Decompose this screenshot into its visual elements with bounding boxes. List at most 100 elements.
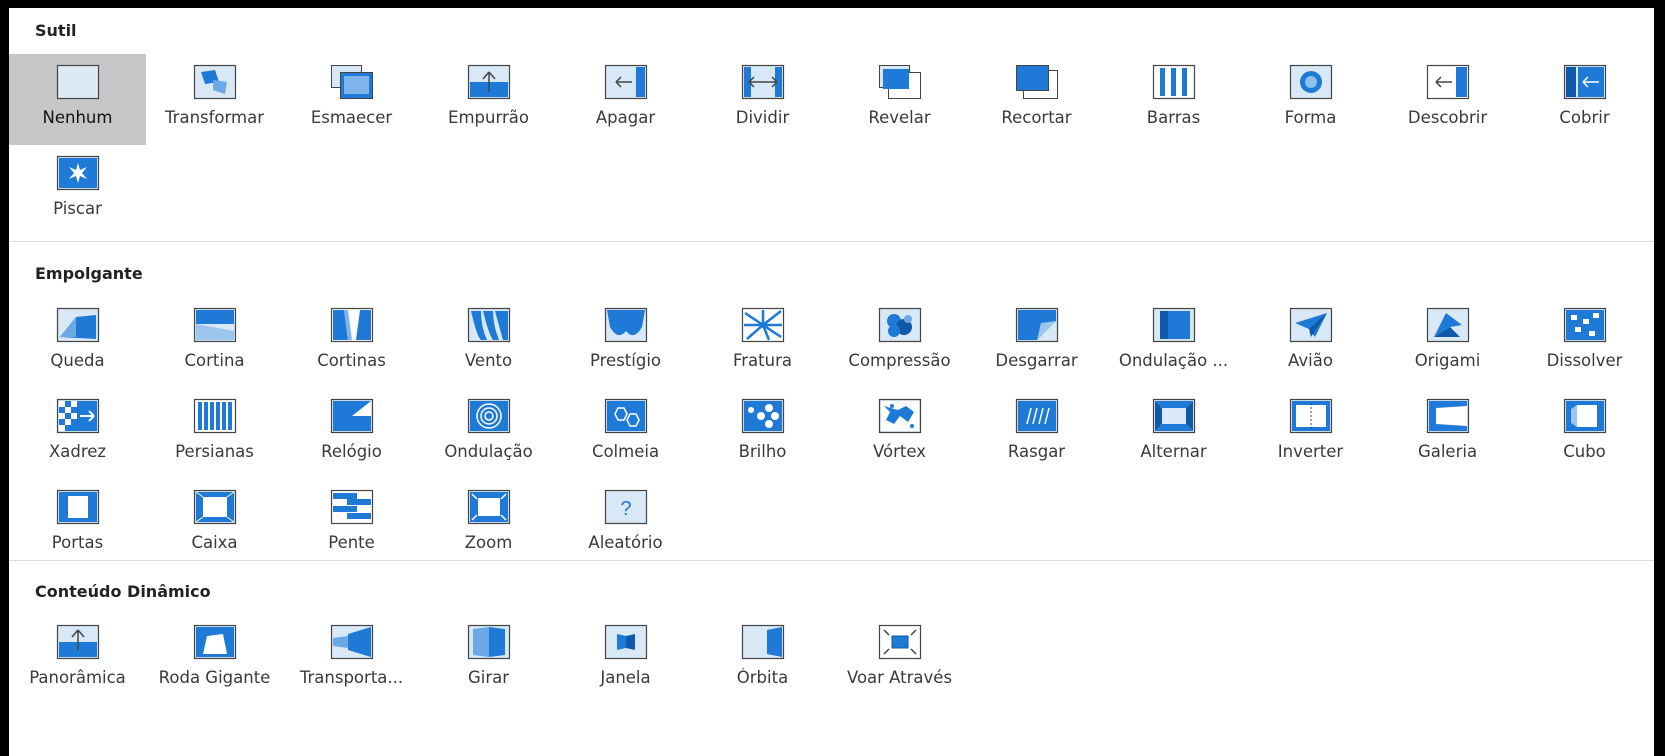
transition-revelar[interactable]: Revelar (831, 54, 968, 145)
transition-descobrir[interactable]: Descobrir (1379, 54, 1516, 145)
transition-label: Ondulação (444, 442, 533, 461)
transition-girar[interactable]: Girar (420, 614, 557, 705)
transition-transporta[interactable]: Transporta... (283, 614, 420, 705)
airplane-icon (1289, 307, 1332, 343)
transition-dissolver[interactable]: Dissolver (1516, 297, 1653, 388)
clock-icon (330, 398, 373, 434)
transition-barras[interactable]: Barras (1105, 54, 1242, 145)
transition-caixa[interactable]: Caixa (146, 479, 283, 570)
transition-label: Dividir (735, 108, 790, 127)
transition-label: Descobrir (1407, 108, 1488, 127)
transition-roda-gigante[interactable]: Roda Gigante (146, 614, 283, 705)
transition-label: Fratura (732, 351, 792, 370)
section-divider (9, 241, 1654, 242)
transition-label: Forma (1284, 108, 1337, 127)
transition-piscar[interactable]: Piscar (9, 145, 146, 236)
transition-brilho[interactable]: Brilho (694, 388, 831, 479)
section-title: Sutil (35, 21, 77, 40)
transition-relogio[interactable]: Relógio (283, 388, 420, 479)
transition-label: Zoom (464, 533, 513, 552)
transition-esmaecer[interactable]: Esmaecer (283, 54, 420, 145)
transition-label: Relógio (321, 442, 382, 461)
transition-vento[interactable]: Vento (420, 297, 557, 388)
transition-label: Vento (464, 351, 513, 370)
transition-label: Dissolver (1546, 351, 1623, 370)
split-icon (741, 64, 784, 100)
transition-cortinas[interactable]: Cortinas (283, 297, 420, 388)
transition-galeria[interactable]: Galeria (1379, 388, 1516, 479)
fracture-icon (741, 307, 784, 343)
drape-icon (193, 307, 236, 343)
transition-xadrez[interactable]: Xadrez (9, 388, 146, 479)
flash-icon (56, 155, 99, 191)
transition-vortex[interactable]: Vórtex (831, 388, 968, 479)
transition-label: Inverter (1277, 442, 1344, 461)
push-icon (467, 64, 510, 100)
transition-label: Apagar (595, 108, 656, 127)
transition-label: Cubo (1563, 442, 1606, 461)
transition-label: Nenhum (42, 108, 113, 127)
transition-forma[interactable]: Forma (1242, 54, 1379, 145)
wipe-icon (604, 64, 647, 100)
transition-ondulacao[interactable]: Ondulação ... (1105, 297, 1242, 388)
transition-label: Caixa (191, 533, 238, 552)
transition-label: Panorâmica (29, 668, 126, 687)
transition-ondulacao[interactable]: Ondulação (420, 388, 557, 479)
cut-icon (1015, 65, 1058, 99)
transition-label: Órbita (736, 668, 789, 687)
transition-queda[interactable]: Queda (9, 297, 146, 388)
svg-text:?: ? (620, 498, 631, 520)
transition-label: Galeria (1417, 442, 1478, 461)
transition-label: Roda Gigante (158, 668, 271, 687)
shape-icon (1289, 64, 1332, 100)
transition-dividir[interactable]: Dividir (694, 54, 831, 145)
transition-compressao[interactable]: Compressão (831, 297, 968, 388)
transition-cubo[interactable]: Cubo (1516, 388, 1653, 479)
transition-empurrao[interactable]: Empurrão (420, 54, 557, 145)
transition-apagar[interactable]: Apagar (557, 54, 694, 145)
transition-grid: Panorâmica Roda Gigante Transporta... Girar… (9, 614, 1654, 705)
orbit-icon (741, 624, 784, 660)
transition-label: Cortinas (317, 351, 386, 370)
transition-zoom[interactable]: Zoom (420, 479, 557, 570)
transition-aleatorio[interactable]: ? Aleatório (557, 479, 694, 570)
transition-transformar[interactable]: Transformar (146, 54, 283, 145)
transition-alternar[interactable]: Alternar (1105, 388, 1242, 479)
transition-janela[interactable]: Janela (557, 614, 694, 705)
transition-label: Ondulação ... (1118, 351, 1229, 370)
transition-inverter[interactable]: Inverter (1242, 388, 1379, 479)
transition-label: Transporta... (299, 668, 404, 687)
transition-voar-atraves[interactable]: Voar Através (831, 614, 968, 705)
transition-panoramica[interactable]: Panorâmica (9, 614, 146, 705)
doors-icon (56, 489, 99, 525)
transition-cortina[interactable]: Cortina (146, 297, 283, 388)
reveal-icon (878, 65, 921, 99)
window-icon (604, 624, 647, 660)
transition-orbita[interactable]: Órbita (694, 614, 831, 705)
honeycomb-icon (604, 398, 647, 434)
prestige-icon (604, 307, 647, 343)
transition-label: Rasgar (1007, 442, 1066, 461)
zoom-icon (467, 489, 510, 525)
transition-prestigio[interactable]: Prestígio (557, 297, 694, 388)
transition-label: Prestígio (589, 351, 662, 370)
transition-cobrir[interactable]: Cobrir (1516, 54, 1653, 145)
transition-portas[interactable]: Portas (9, 479, 146, 570)
transition-pente[interactable]: Pente (283, 479, 420, 570)
transition-label: Voar Através (846, 668, 953, 687)
transition-recortar[interactable]: Recortar (968, 54, 1105, 145)
transition-label: Piscar (53, 199, 102, 218)
transition-aviao[interactable]: Avião (1242, 297, 1379, 388)
transition-desgarrar[interactable]: Desgarrar (968, 297, 1105, 388)
transition-colmeia[interactable]: Colmeia (557, 388, 694, 479)
ferris-wheel-icon (193, 624, 236, 660)
transition-label: Queda (50, 351, 105, 370)
transition-nenhum[interactable]: Nenhum (9, 54, 146, 145)
uncover-icon (1426, 64, 1469, 100)
transition-origami[interactable]: Origami (1379, 297, 1516, 388)
fade-icon (330, 65, 373, 99)
rotate-icon (467, 624, 510, 660)
transition-persianas[interactable]: Persianas (146, 388, 283, 479)
transition-rasgar[interactable]: Rasgar (968, 388, 1105, 479)
transition-fratura[interactable]: Fratura (694, 297, 831, 388)
